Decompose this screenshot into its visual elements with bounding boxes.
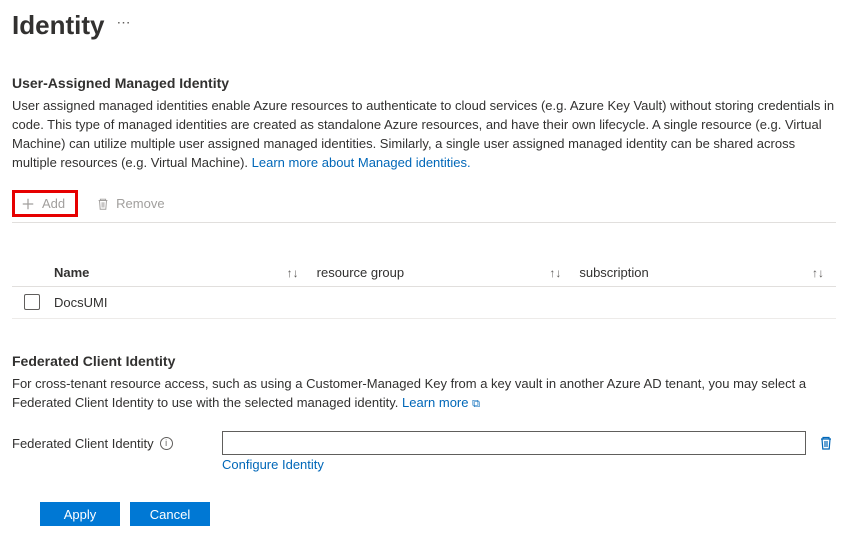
federated-learn-more-text: Learn more: [402, 395, 468, 410]
federated-section-title: Federated Client Identity: [12, 353, 836, 369]
uami-toolbar: Add Remove: [12, 182, 836, 223]
federated-label: Federated Client Identity i: [12, 436, 212, 451]
federated-label-text: Federated Client Identity: [12, 436, 154, 451]
federated-description: For cross-tenant resource access, such a…: [12, 375, 836, 413]
configure-identity-link[interactable]: Configure Identity: [222, 457, 324, 472]
federated-identity-input[interactable]: [222, 431, 806, 455]
col-sub-label: subscription: [579, 265, 648, 280]
plus-icon: [21, 197, 35, 211]
cancel-button[interactable]: Cancel: [130, 502, 210, 526]
trash-icon: [96, 197, 110, 211]
identity-table: Name ↑↓ resource group ↑↓ subscription ↑…: [12, 259, 836, 319]
add-button[interactable]: Add: [12, 190, 78, 217]
external-link-icon: ⧉: [472, 398, 480, 410]
page-title: Identity: [12, 10, 104, 41]
add-label: Add: [42, 196, 65, 211]
cell-name: DocsUMI: [54, 295, 317, 310]
sort-icon[interactable]: ↑↓: [287, 266, 299, 280]
info-icon[interactable]: i: [160, 437, 173, 450]
col-name-label: Name: [54, 265, 89, 280]
col-rg-label: resource group: [317, 265, 404, 280]
sort-icon[interactable]: ↑↓: [812, 266, 824, 280]
table-row[interactable]: DocsUMI: [12, 287, 836, 319]
col-resource-group[interactable]: resource group ↑↓: [317, 265, 580, 280]
more-icon[interactable]: ⋯: [116, 14, 131, 37]
uami-learn-more-link[interactable]: Learn more about Managed identities.: [252, 155, 471, 170]
clear-identity-button[interactable]: [816, 433, 836, 453]
col-name[interactable]: Name ↑↓: [54, 265, 317, 280]
uami-description: User assigned managed identities enable …: [12, 97, 836, 172]
remove-button[interactable]: Remove: [96, 196, 164, 211]
row-checkbox[interactable]: [24, 294, 40, 310]
trash-icon: [818, 435, 834, 451]
uami-section-title: User-Assigned Managed Identity: [12, 75, 836, 91]
table-header: Name ↑↓ resource group ↑↓ subscription ↑…: [12, 259, 836, 287]
sort-icon[interactable]: ↑↓: [549, 266, 561, 280]
apply-button[interactable]: Apply: [40, 502, 120, 526]
remove-label: Remove: [116, 196, 164, 211]
col-subscription[interactable]: subscription ↑↓: [579, 265, 836, 280]
federated-learn-more-link[interactable]: Learn more ⧉: [402, 395, 480, 410]
